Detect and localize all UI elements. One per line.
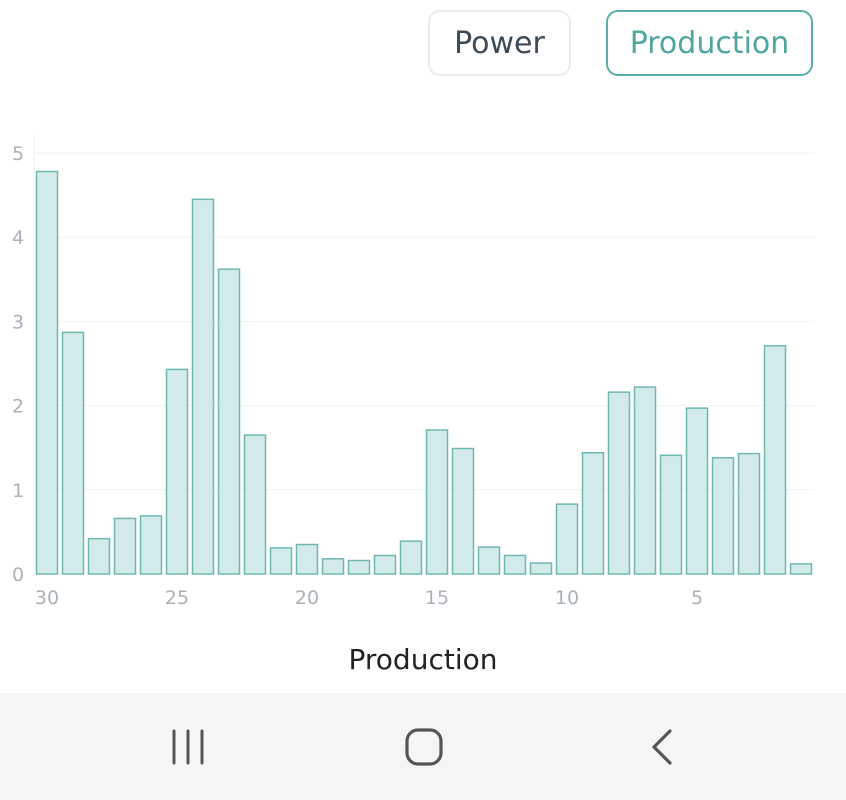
bar[interactable] [711, 457, 735, 575]
bar[interactable] [373, 554, 397, 575]
system-navigation-bar [0, 693, 846, 800]
bar[interactable] [763, 345, 787, 575]
home-icon [405, 727, 443, 766]
bar[interactable] [425, 429, 449, 575]
bar[interactable] [139, 515, 163, 575]
bar[interactable] [477, 546, 501, 575]
bar[interactable] [607, 391, 631, 575]
x-axis-ticks: 30 25 20 15 10 5 [35, 587, 703, 609]
power-label: Power [454, 25, 545, 61]
x-tick-label: 25 [165, 587, 189, 609]
bar[interactable] [685, 407, 709, 575]
bar[interactable] [347, 559, 371, 575]
y-tick-label: 4 [12, 227, 24, 249]
back-icon [652, 728, 672, 765]
bar[interactable] [217, 268, 241, 575]
x-tick-label: 10 [555, 587, 579, 609]
y-tick-label: 0 [12, 564, 24, 586]
x-tick-label: 15 [425, 587, 449, 609]
bar[interactable] [789, 563, 813, 575]
bar[interactable] [269, 547, 293, 575]
bar[interactable] [87, 537, 111, 575]
bar[interactable] [451, 447, 475, 575]
bar[interactable] [61, 331, 85, 575]
y-tick-label: 5 [12, 143, 24, 165]
power-toggle-button[interactable]: Power [428, 10, 571, 76]
bar[interactable] [165, 368, 189, 575]
recents-icon [172, 729, 204, 764]
bar[interactable] [633, 386, 657, 575]
bar[interactable] [529, 562, 553, 575]
bar[interactable] [113, 517, 137, 575]
y-tick-label: 3 [12, 311, 24, 333]
bar[interactable] [581, 452, 605, 575]
bar[interactable] [737, 452, 761, 575]
bar[interactable] [555, 503, 579, 575]
production-toggle-button[interactable]: Production [606, 10, 813, 76]
y-tick-label: 1 [12, 480, 24, 502]
bar[interactable] [503, 554, 527, 575]
production-bar-chart: 0 1 2 3 4 5 30 25 20 15 10 5 [12, 133, 814, 609]
x-tick-label: 30 [35, 587, 59, 609]
bar[interactable] [659, 454, 683, 575]
bar[interactable] [321, 558, 345, 575]
production-label: Production [629, 25, 790, 61]
bar[interactable] [243, 434, 267, 575]
bar[interactable] [191, 198, 215, 575]
back-button[interactable] [602, 693, 722, 800]
x-axis-label: Production [348, 643, 498, 676]
y-axis-ticks: 0 1 2 3 4 5 [12, 143, 24, 586]
bars [35, 170, 813, 575]
y-tick-label: 2 [12, 396, 24, 418]
x-tick-label: 5 [691, 587, 703, 609]
bar[interactable] [35, 170, 59, 575]
bar[interactable] [295, 543, 319, 575]
bar[interactable] [399, 540, 423, 575]
recents-button[interactable] [128, 693, 248, 800]
x-tick-label: 20 [295, 587, 319, 609]
home-button[interactable] [364, 693, 484, 800]
